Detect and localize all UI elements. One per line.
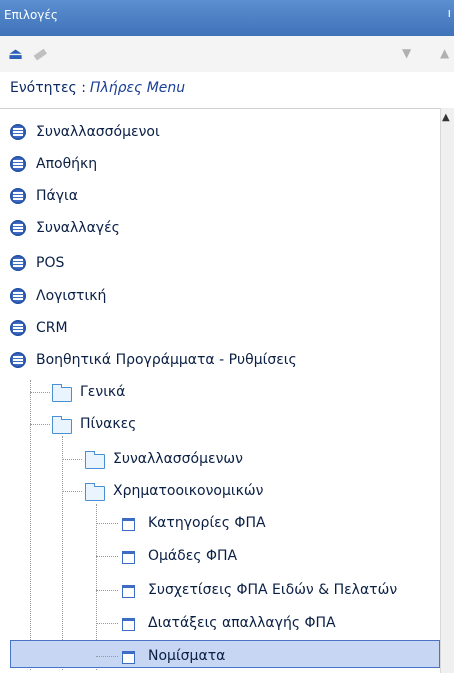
tree-item-label: Γενικά — [80, 384, 126, 400]
tree-item-label: Συναλλασσόμενοι — [36, 124, 160, 140]
document-icon — [122, 551, 135, 564]
tree-item-label: Πάγια — [36, 188, 79, 204]
list-icon — [10, 255, 26, 271]
list-icon — [10, 188, 26, 204]
window-title: Επιλογές — [4, 8, 58, 22]
tree-item-label: Συσχετίσεις ΦΠΑ Ειδών & Πελατών — [148, 582, 398, 598]
tree-item-katigories-fpa[interactable]: Κατηγορίες ΦΠΑ — [122, 509, 266, 537]
eraser-icon[interactable]: ▬ — [28, 41, 51, 65]
tree-line — [62, 436, 63, 670]
tree-line — [96, 590, 118, 591]
tree-item-synallassomenoi[interactable]: Συναλλασσόμενοι — [10, 118, 160, 146]
scroll-up-icon[interactable]: ▲ — [442, 112, 450, 123]
tree-item-synallassomenon[interactable]: Συναλλασσόμενων — [85, 445, 243, 473]
tree-line — [96, 556, 118, 557]
tree-line — [30, 424, 50, 425]
tree-item-apothiki[interactable]: Αποθήκη — [10, 150, 97, 178]
list-icon — [10, 124, 26, 140]
sections-value: Πλήρες Menu — [89, 80, 186, 96]
list-icon — [10, 156, 26, 172]
tree-item-syschetiseis-fpa[interactable]: Συσχετίσεις ΦΠΑ Ειδών & Πελατών — [122, 576, 397, 604]
document-icon — [122, 618, 135, 631]
tree-item-label: Πίνακες — [80, 416, 137, 432]
vertical-scrollbar[interactable]: ▲ — [440, 108, 454, 673]
tree-item-nomismata[interactable]: Νομίσματα — [122, 642, 225, 670]
tree-line — [62, 491, 82, 492]
document-icon — [122, 585, 135, 598]
folder-icon — [85, 451, 105, 469]
document-icon — [122, 518, 135, 531]
tree-line — [30, 392, 50, 393]
tree-item-chrimatooikonomikon[interactable]: Χρηματοοικονομικών — [85, 477, 263, 505]
tree-item-label: Συναλλασσόμενων — [113, 451, 243, 467]
tree-item-pagia[interactable]: Πάγια — [10, 182, 78, 210]
list-icon — [10, 288, 26, 304]
tree-item-label: Ομάδες ΦΠΑ — [148, 548, 238, 564]
tree-line — [96, 523, 118, 524]
tree-item-logistiki[interactable]: Λογιστική — [10, 282, 106, 310]
up-arrow-icon[interactable]: ▲ — [440, 46, 449, 60]
list-icon — [10, 352, 26, 368]
folder-icon — [52, 384, 72, 402]
tree-line — [96, 656, 118, 657]
tree-item-genika[interactable]: Γενικά — [52, 378, 125, 406]
sections-indicator[interactable]: Ενότητες : Πλήρες Menu — [10, 80, 185, 96]
list-icon — [10, 320, 26, 336]
tree-item-voithitika[interactable]: Βοηθητικά Προγράμματα - Ρυθμίσεις — [10, 346, 297, 374]
collapse-all-icon[interactable]: ⏏ — [8, 44, 23, 63]
tree-item-synallages[interactable]: Συναλλαγές — [10, 214, 120, 242]
list-icon — [10, 220, 26, 236]
folder-open-icon — [52, 416, 72, 434]
tree-item-label: Συναλλαγές — [36, 220, 120, 236]
tree-item-label: Χρηματοοικονομικών — [113, 483, 264, 499]
tree-line — [62, 459, 82, 460]
tree-item-label: Νομίσματα — [148, 648, 226, 664]
tree-item-label: Βοηθητικά Προγράμματα - Ρυθμίσεις — [36, 352, 297, 368]
tree-item-label: POS — [36, 255, 65, 271]
tree-item-label: Κατηγορίες ΦΠΑ — [148, 515, 266, 531]
tree-item-label: Λογιστική — [36, 288, 107, 304]
tree-line — [96, 623, 118, 624]
tree-item-label: Αποθήκη — [36, 156, 98, 172]
tree-item-crm[interactable]: CRM — [10, 314, 68, 342]
dropdown-icon[interactable]: ▼ — [402, 46, 411, 60]
tree-item-omades-fpa[interactable]: Ομάδες ΦΠΑ — [122, 542, 237, 570]
title-bar: Επιλογές ı — [0, 0, 454, 36]
folder-open-icon — [85, 483, 105, 501]
toolbar: ⏏ ▬ ▼ ▲ — [0, 36, 454, 72]
pin-icon[interactable]: ı — [448, 6, 451, 20]
tree-item-label: Διατάξεις απαλλαγής ΦΠΑ — [148, 615, 336, 631]
tree-item-pinakes[interactable]: Πίνακες — [52, 410, 136, 438]
tree-item-label: CRM — [36, 320, 68, 336]
tree-item-diataxeis-fpa[interactable]: Διατάξεις απαλλαγής ΦΠΑ — [122, 609, 336, 637]
document-icon — [122, 651, 135, 664]
sections-label: Ενότητες : — [10, 80, 86, 96]
tree-item-pos[interactable]: POS — [10, 249, 64, 277]
